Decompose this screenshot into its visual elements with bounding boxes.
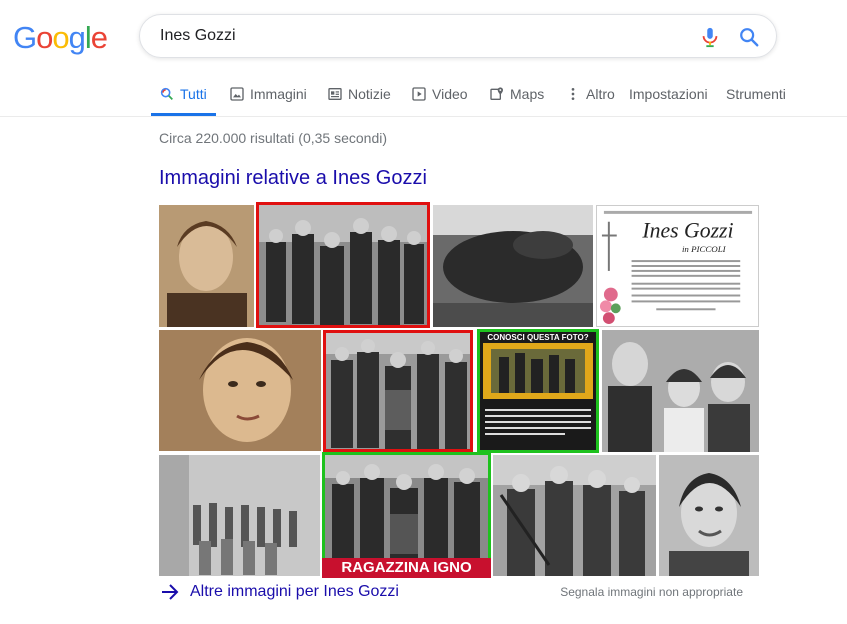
obituary-subtitle: in PICCOLI	[682, 244, 727, 254]
tab-label: Immagini	[250, 86, 307, 102]
obituary-name: Ines Gozzi	[641, 219, 733, 243]
tab-settings[interactable]: Impostazioni	[629, 86, 708, 102]
search-icon[interactable]	[738, 26, 760, 48]
tab-label: Video	[432, 86, 468, 102]
quiz-banner: CONOSCI QUESTA FOTO?	[487, 333, 588, 342]
tab-label: Altro	[586, 86, 615, 102]
image-thumb[interactable]	[256, 202, 430, 328]
image-thumb[interactable]: RAGAZZINA IGNO	[322, 452, 491, 578]
tab-more[interactable]: Altro	[565, 86, 615, 102]
image-thumb[interactable]	[659, 455, 759, 576]
arrow-right-icon	[162, 584, 179, 600]
active-tab-indicator	[151, 113, 216, 116]
image-thumb[interactable]	[159, 205, 254, 327]
tab-tools[interactable]: Strumenti	[726, 86, 786, 102]
image-thumb[interactable]	[323, 330, 473, 452]
more-images-label: Altre immagini per Ines Gozzi	[190, 583, 399, 600]
tab-label: Tutti	[180, 86, 207, 102]
tab-all[interactable]: Tutti	[159, 86, 207, 102]
play-icon	[412, 87, 426, 101]
search-box	[139, 14, 777, 58]
image-thumb[interactable]: Ines Gozzi in PICCOLI	[596, 205, 759, 327]
logo-letter: e	[90, 20, 108, 55]
more-images-link[interactable]: Altre immagini per Ines Gozzi	[160, 583, 399, 601]
tab-label: Notizie	[348, 86, 391, 102]
image-thumb[interactable]	[493, 455, 656, 576]
image-thumb[interactable]	[159, 330, 321, 451]
image-grid: Ines Gozzi in PICCOLI CONOSCI QUESTA FOTO…	[159, 202, 759, 578]
image-thumb[interactable]: CONOSCI QUESTA FOTO?	[477, 329, 599, 453]
logo-letter: g	[68, 20, 86, 55]
image-caption: RAGAZZINA IGNO	[322, 558, 491, 578]
tab-images[interactable]: Immagini	[229, 86, 307, 102]
images-heading[interactable]: Immagini relative a Ines Gozzi	[159, 167, 427, 190]
tab-maps[interactable]: Maps	[489, 86, 544, 102]
logo-letter: G	[13, 20, 37, 55]
more-vert-icon	[571, 88, 575, 100]
image-thumb[interactable]	[433, 205, 593, 327]
google-logo[interactable]: Google	[13, 20, 108, 56]
microphone-icon[interactable]	[699, 25, 721, 49]
logo-letter: o	[52, 20, 69, 55]
report-images-link[interactable]: Segnala immagini non appropriate	[560, 585, 743, 599]
image-icon	[230, 87, 244, 101]
tab-label: Strumenti	[726, 86, 786, 102]
search-tabs: Tutti Immagini Notizie Video Maps Altro …	[0, 76, 847, 117]
news-icon	[328, 88, 342, 100]
result-stats: Circa 220.000 risultati (0,35 secondi)	[159, 130, 388, 146]
image-thumb[interactable]	[602, 330, 759, 452]
image-thumb[interactable]	[159, 455, 320, 576]
tab-video[interactable]: Video	[411, 86, 468, 102]
tab-label: Impostazioni	[629, 86, 708, 102]
logo-letter: o	[36, 20, 53, 55]
tab-label: Maps	[510, 86, 545, 102]
search-input[interactable]	[160, 23, 680, 49]
search-icon	[160, 87, 173, 100]
map-pin-icon	[490, 87, 503, 100]
tab-news[interactable]: Notizie	[327, 86, 391, 102]
